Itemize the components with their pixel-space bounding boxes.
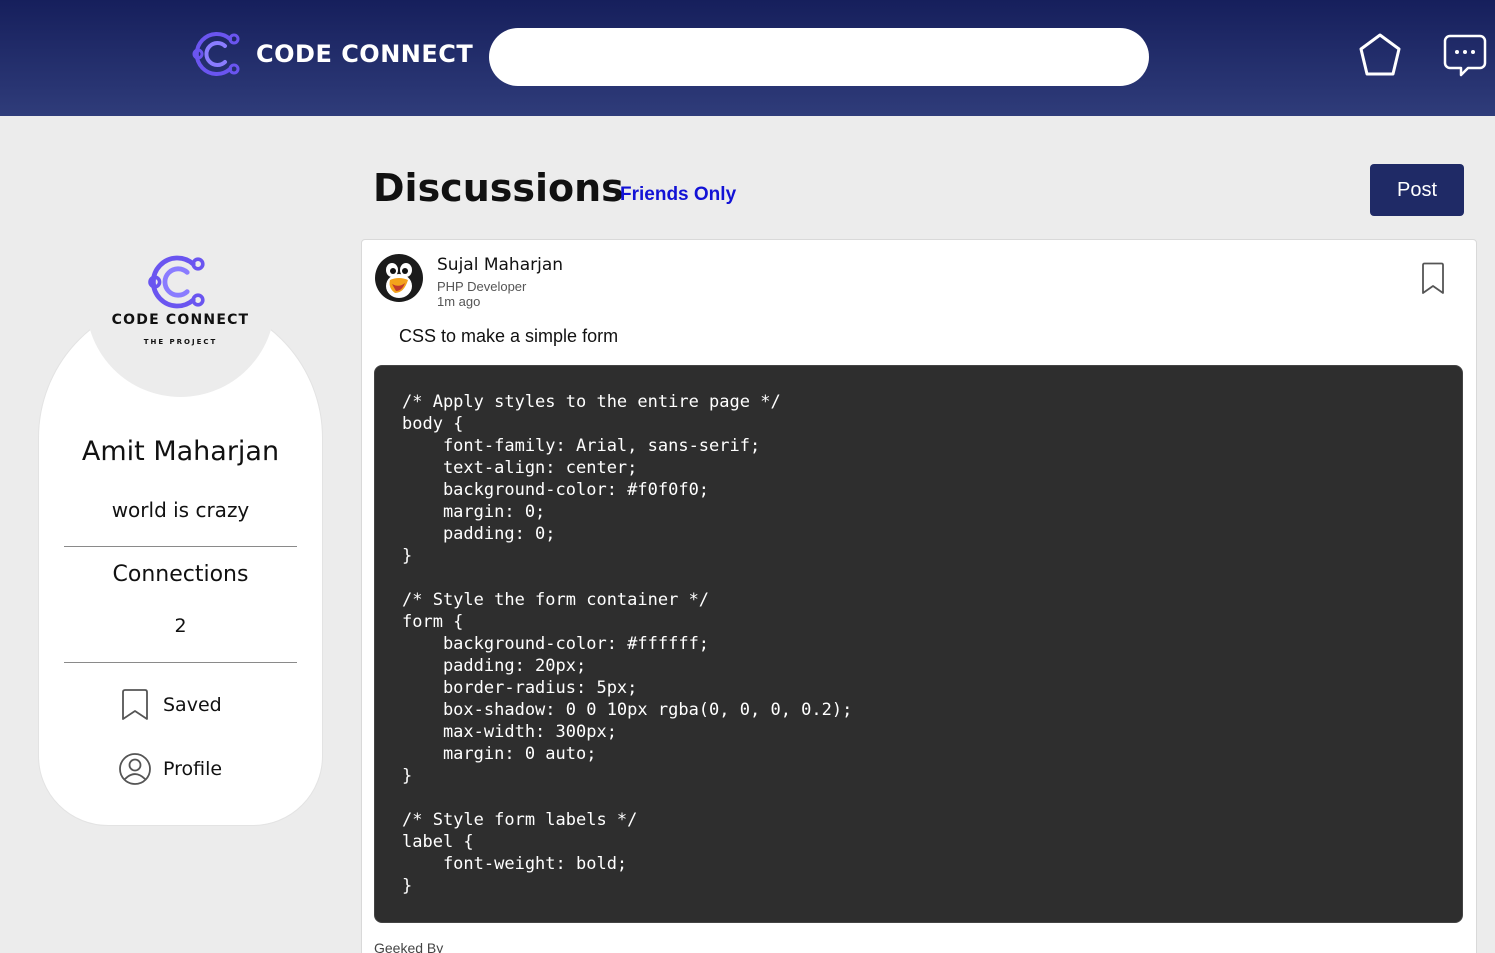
chat-icon[interactable] [1442, 32, 1488, 78]
user-icon [119, 753, 151, 785]
divider [64, 546, 297, 547]
page-title: Discussions [373, 166, 624, 210]
code-connect-logo-icon [192, 32, 240, 76]
author-avatar[interactable] [374, 253, 424, 303]
geeked-by-label: Geeked By [374, 940, 444, 953]
sidebar-item-label: Saved [163, 694, 222, 716]
connections-label[interactable]: Connections [38, 562, 323, 587]
avatar-brand-text: CODE CONNECT [111, 312, 250, 328]
code-connect-logo-icon [148, 255, 205, 309]
top-navbar: CODE CONNECT [0, 0, 1495, 116]
visibility-filter[interactable]: Friends Only [620, 184, 736, 206]
sidebar-item-label: Profile [163, 758, 223, 780]
divider [64, 662, 297, 663]
author-name[interactable]: Sujal Maharjan [437, 255, 563, 275]
avatar-subtitle: THE PROJECT [143, 338, 218, 346]
bookmark-icon [122, 689, 148, 720]
post-caption: CSS to make a simple form [399, 326, 619, 346]
connections-count: 2 [174, 615, 187, 637]
post-timestamp: 1m ago [437, 294, 481, 309]
code-block: /* Apply styles to the entire page */ bo… [374, 365, 1463, 923]
search-input[interactable] [489, 28, 1149, 86]
brand[interactable]: CODE CONNECT [192, 29, 473, 79]
bookmark-icon[interactable] [1419, 262, 1447, 296]
brand-name: CODE CONNECT [256, 40, 474, 68]
home-icon[interactable] [1356, 32, 1404, 78]
code-text: /* Apply styles to the entire page */ bo… [402, 392, 853, 896]
user-name: Amit Maharjan [81, 436, 280, 467]
sidebar-item-saved[interactable]: Saved [118, 688, 222, 722]
sidebar-item-profile[interactable]: Profile [118, 752, 222, 786]
post-button[interactable]: Post [1370, 164, 1464, 216]
user-bio: world is crazy [111, 498, 250, 522]
author-role: PHP Developer [437, 279, 527, 294]
